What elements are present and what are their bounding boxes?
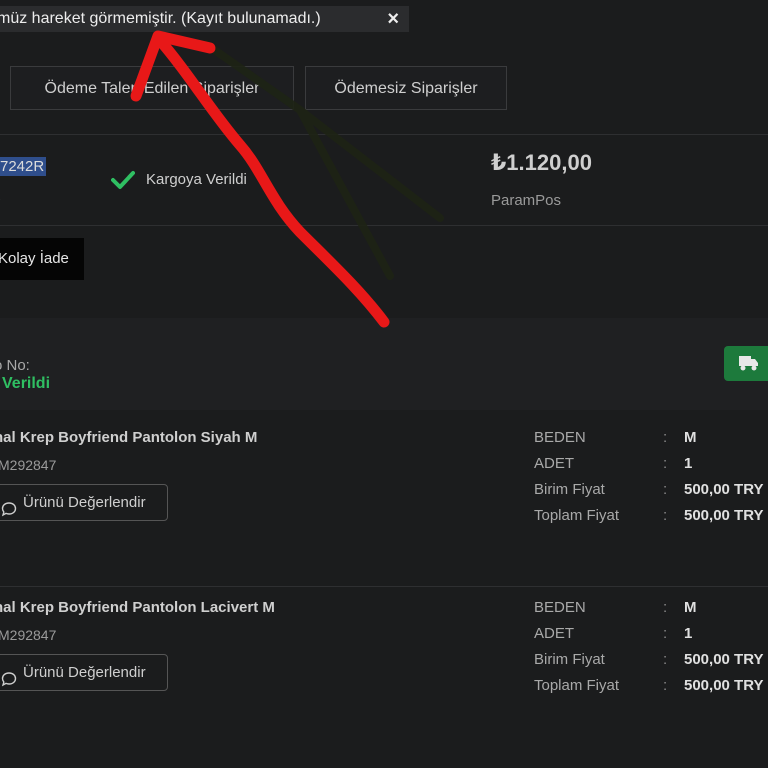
rate-product-button[interactable]: Ürünü Değerlendir [0, 484, 168, 521]
easy-return-label: Kolay İade [0, 250, 69, 267]
rate-product-label: Ürünü Değerlendir [23, 494, 146, 511]
spec-key: Birim Fiyat [534, 481, 605, 498]
spec-colon: : [663, 651, 668, 668]
payment-method: ParamPos [491, 192, 562, 209]
track-cargo-button[interactable] [724, 346, 768, 381]
spec-value: 500,00 TRY [684, 677, 764, 694]
spec-key: ADET [534, 455, 575, 472]
notification-toast: müz hareket görmemiştir. (Kayıt bulunama… [0, 6, 409, 32]
order-status: Kargoya Verildi [146, 171, 247, 188]
product-code: M292847 [0, 627, 57, 643]
spec-colon: : [663, 677, 668, 694]
divider [0, 134, 768, 135]
spec-value: 500,00 TRY [684, 651, 764, 668]
spec-value: M [684, 599, 697, 616]
truck-icon [738, 354, 760, 377]
product-name[interactable]: hal Krep Boyfriend Pantolon Siyah M [0, 429, 257, 446]
order-price: ₺1.120,00 [491, 150, 592, 175]
spec-value: 1 [684, 625, 693, 642]
cargo-info-panel [0, 318, 768, 410]
spec-value: 500,00 TRY [684, 481, 764, 498]
spec-value: 500,00 TRY [684, 507, 764, 524]
spec-colon: : [663, 599, 668, 616]
speech-bubble-icon [1, 665, 17, 700]
order-number[interactable]: 7242R [0, 157, 47, 176]
spec-colon: : [663, 481, 668, 498]
cargo-status: Verildi [2, 375, 51, 392]
divider [0, 586, 768, 587]
rate-product-label: Ürünü Değerlendir [23, 664, 146, 681]
spec-value: M [684, 429, 697, 446]
spec-key: Toplam Fiyat [534, 677, 620, 694]
speech-bubble-icon [1, 495, 17, 530]
tab-payment-requested-orders[interactable]: Ödeme Talep Edilen Siparişler [10, 66, 294, 110]
product-name[interactable]: hal Krep Boyfriend Pantolon Lacivert M [0, 599, 275, 616]
spec-colon: : [663, 625, 668, 642]
product-code: M292847 [0, 457, 57, 473]
check-icon [111, 170, 135, 195]
spec-key: Toplam Fiyat [534, 507, 620, 524]
spec-key: BEDEN [534, 429, 586, 446]
spec-key: BEDEN [534, 599, 586, 616]
close-icon[interactable]: × [387, 6, 399, 32]
divider [0, 225, 768, 226]
spec-value: 1 [684, 455, 693, 472]
easy-return-button[interactable]: Kolay İade [0, 238, 84, 280]
rate-product-button[interactable]: Ürünü Değerlendir [0, 654, 168, 691]
spec-key: Birim Fiyat [534, 651, 605, 668]
tab-unpaid-orders[interactable]: Ödemesiz Siparişler [305, 66, 507, 110]
cargo-number-label: o No: [0, 357, 30, 374]
spec-colon: : [663, 429, 668, 446]
order-sub: - [0, 190, 1, 206]
spec-colon: : [663, 455, 668, 472]
toast-message: müz hareket görmemiştir. (Kayıt bulunama… [0, 10, 321, 27]
spec-key: ADET [534, 625, 575, 642]
spec-colon: : [663, 507, 668, 524]
